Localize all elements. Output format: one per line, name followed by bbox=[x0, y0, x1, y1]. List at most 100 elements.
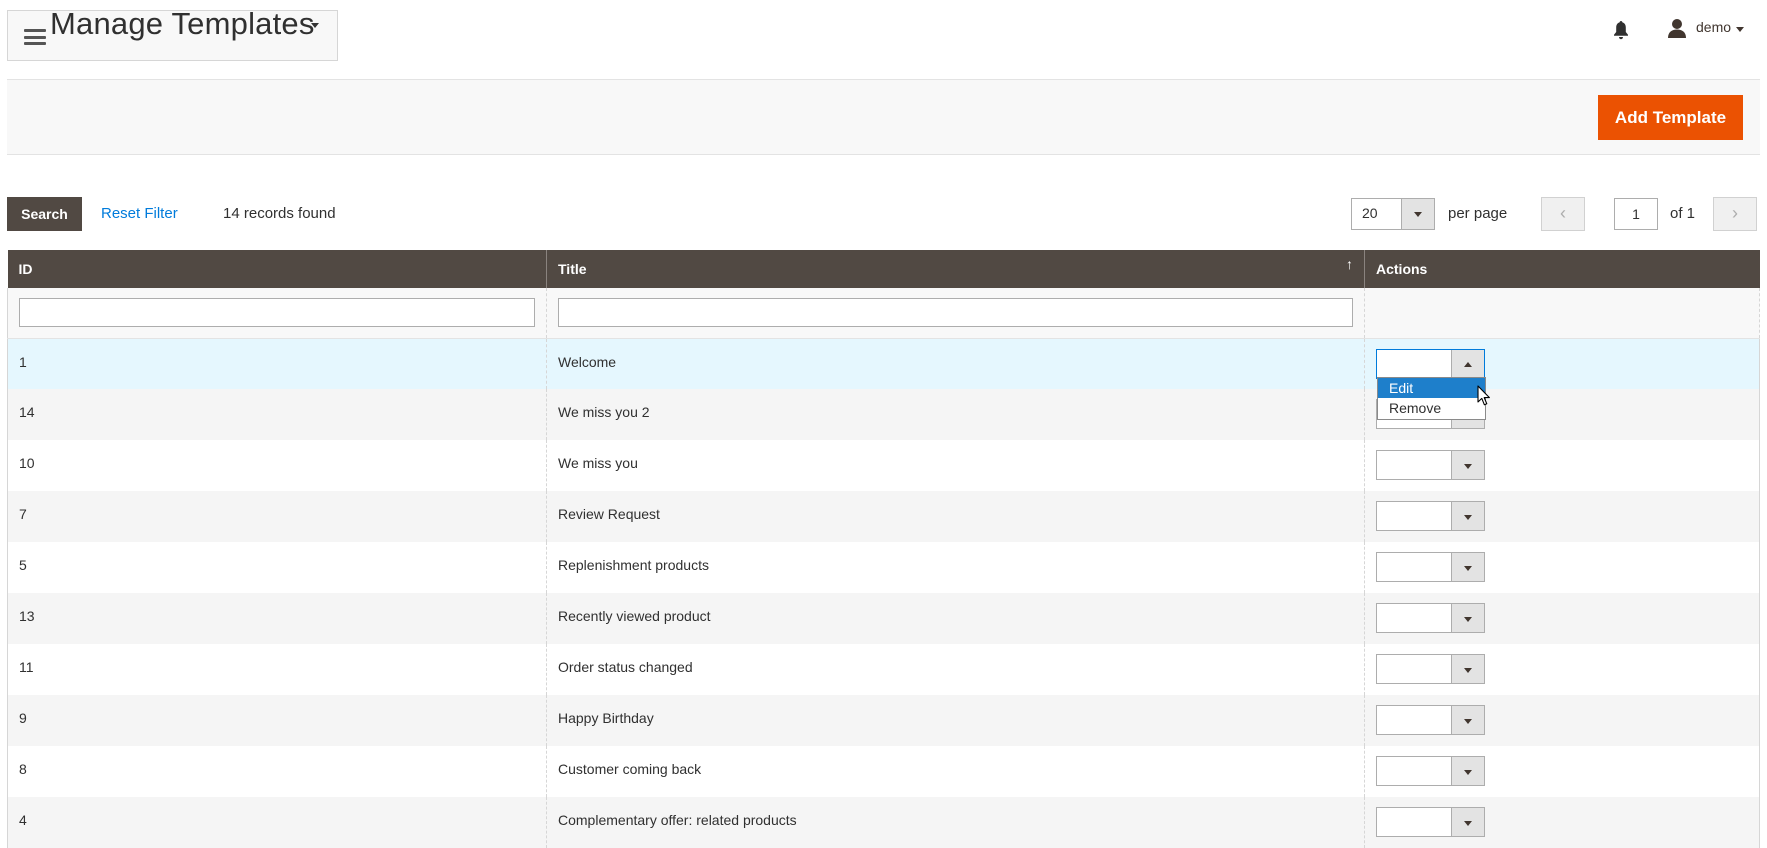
cell-title: Recently viewed product bbox=[546, 593, 1365, 644]
page-header: Manage Templates demo bbox=[0, 0, 1767, 80]
chevron-down-icon bbox=[1464, 464, 1472, 469]
reset-filter-link[interactable]: Reset Filter bbox=[101, 205, 178, 222]
records-count: 14 records found bbox=[223, 205, 336, 222]
prev-page-button[interactable]: ‹ bbox=[1541, 197, 1585, 231]
page-actions-bar bbox=[7, 79, 1760, 155]
cell-actions bbox=[1364, 746, 1760, 797]
action-select-toggle[interactable] bbox=[1451, 655, 1484, 683]
filter-title-input[interactable] bbox=[558, 298, 1353, 328]
cell-title: Customer coming back bbox=[546, 746, 1365, 797]
page-number-input[interactable] bbox=[1614, 198, 1658, 230]
filter-cell-id bbox=[7, 288, 547, 339]
chevron-down-icon bbox=[1414, 212, 1422, 217]
chevron-down-icon bbox=[1464, 566, 1472, 571]
cell-id: 4 bbox=[7, 797, 547, 848]
cell-id: 10 bbox=[7, 440, 547, 491]
cell-title: Review Request bbox=[546, 491, 1365, 542]
cell-title: Welcome bbox=[546, 338, 1365, 389]
filter-cell-actions bbox=[1364, 288, 1760, 339]
templates-grid: ID Title ↑ Actions 1 Welcome 14 We miss you… bbox=[7, 250, 1760, 848]
cell-actions bbox=[1364, 542, 1760, 593]
per-page-select[interactable]: 20 bbox=[1351, 198, 1435, 230]
cell-id: 11 bbox=[7, 644, 547, 695]
per-page-toggle[interactable] bbox=[1401, 199, 1434, 229]
action-select[interactable] bbox=[1376, 756, 1485, 786]
per-page-value: 20 bbox=[1362, 205, 1378, 221]
cell-actions bbox=[1364, 695, 1760, 746]
cell-id: 5 bbox=[7, 542, 547, 593]
cell-actions bbox=[1364, 440, 1760, 491]
cell-id: 7 bbox=[7, 491, 547, 542]
chevron-down-icon bbox=[1464, 719, 1472, 724]
table-row[interactable]: 1 Welcome bbox=[7, 338, 1760, 389]
action-select[interactable] bbox=[1376, 552, 1485, 582]
action-select-toggle[interactable] bbox=[1451, 349, 1484, 378]
cell-title: Complementary offer: related products bbox=[546, 797, 1365, 848]
filter-id-input[interactable] bbox=[19, 298, 535, 328]
total-pages: of 1 bbox=[1670, 205, 1696, 222]
action-select-toggle[interactable] bbox=[1451, 502, 1484, 530]
cell-actions bbox=[1364, 593, 1760, 644]
action-select-toggle[interactable] bbox=[1451, 553, 1484, 581]
action-option-remove[interactable]: Remove bbox=[1378, 398, 1485, 418]
action-select[interactable] bbox=[1376, 654, 1485, 684]
table-row[interactable]: 14 We miss you 2 bbox=[7, 389, 1760, 440]
action-select[interactable] bbox=[1376, 348, 1485, 379]
bell-icon[interactable] bbox=[1613, 20, 1629, 40]
table-row[interactable]: 7 Review Request bbox=[7, 491, 1760, 542]
sort-asc-icon: ↑ bbox=[1346, 256, 1353, 272]
chevron-up-icon bbox=[1464, 361, 1472, 367]
chevron-down-icon bbox=[1464, 668, 1472, 673]
chevron-down-icon bbox=[1464, 821, 1472, 826]
action-select-toggle[interactable] bbox=[1451, 706, 1484, 734]
column-header-id[interactable]: ID bbox=[7, 250, 547, 288]
action-dropdown-menu: Edit Remove bbox=[1377, 377, 1486, 420]
user-icon[interactable] bbox=[1667, 18, 1687, 38]
cell-title: Replenishment products bbox=[546, 542, 1365, 593]
page-title: Manage Templates bbox=[50, 6, 315, 41]
add-template-button[interactable]: Add Template bbox=[1598, 95, 1743, 140]
table-row[interactable]: 13 Recently viewed product bbox=[7, 593, 1760, 644]
next-page-button[interactable]: › bbox=[1713, 197, 1757, 231]
action-option-edit[interactable]: Edit bbox=[1378, 378, 1485, 398]
chevron-down-icon[interactable] bbox=[311, 23, 319, 28]
table-row[interactable]: 8 Customer coming back bbox=[7, 746, 1760, 797]
column-header-actions: Actions bbox=[1364, 250, 1760, 288]
search-button[interactable]: Search bbox=[7, 197, 82, 231]
chevron-down-icon bbox=[1464, 770, 1472, 775]
chevron-down-icon[interactable] bbox=[1736, 27, 1744, 32]
cell-id: 13 bbox=[7, 593, 547, 644]
action-select[interactable] bbox=[1376, 501, 1485, 531]
cell-title: We miss you 2 bbox=[546, 389, 1365, 440]
cell-id: 14 bbox=[7, 389, 547, 440]
user-name[interactable]: demo bbox=[1696, 19, 1731, 35]
table-row[interactable]: 10 We miss you bbox=[7, 440, 1760, 491]
action-select-toggle[interactable] bbox=[1451, 604, 1484, 632]
table-row[interactable]: 4 Complementary offer: related products bbox=[7, 797, 1760, 848]
cell-actions bbox=[1364, 491, 1760, 542]
hamburger-icon[interactable] bbox=[24, 29, 46, 45]
action-select[interactable] bbox=[1376, 603, 1485, 633]
action-select[interactable] bbox=[1376, 450, 1485, 480]
cell-title: Order status changed bbox=[546, 644, 1365, 695]
cell-id: 8 bbox=[7, 746, 547, 797]
cell-actions bbox=[1364, 644, 1760, 695]
action-select-toggle[interactable] bbox=[1451, 451, 1484, 479]
table-row[interactable]: 11 Order status changed bbox=[7, 644, 1760, 695]
cell-actions bbox=[1364, 797, 1760, 848]
column-header-title[interactable]: Title ↑ bbox=[546, 250, 1365, 288]
per-page-label: per page bbox=[1448, 205, 1508, 222]
chevron-down-icon bbox=[1464, 617, 1472, 622]
action-select-toggle[interactable] bbox=[1451, 808, 1484, 836]
action-select[interactable] bbox=[1376, 807, 1485, 837]
table-row[interactable]: 5 Replenishment products bbox=[7, 542, 1760, 593]
table-row[interactable]: 9 Happy Birthday bbox=[7, 695, 1760, 746]
column-title-label: Title bbox=[558, 261, 587, 277]
action-select-toggle[interactable] bbox=[1451, 757, 1484, 785]
mouse-cursor-icon bbox=[1477, 385, 1490, 406]
cell-id: 9 bbox=[7, 695, 547, 746]
chevron-down-icon bbox=[1464, 515, 1472, 520]
action-select[interactable] bbox=[1376, 705, 1485, 735]
cell-id: 1 bbox=[7, 338, 547, 389]
cell-title: We miss you bbox=[546, 440, 1365, 491]
